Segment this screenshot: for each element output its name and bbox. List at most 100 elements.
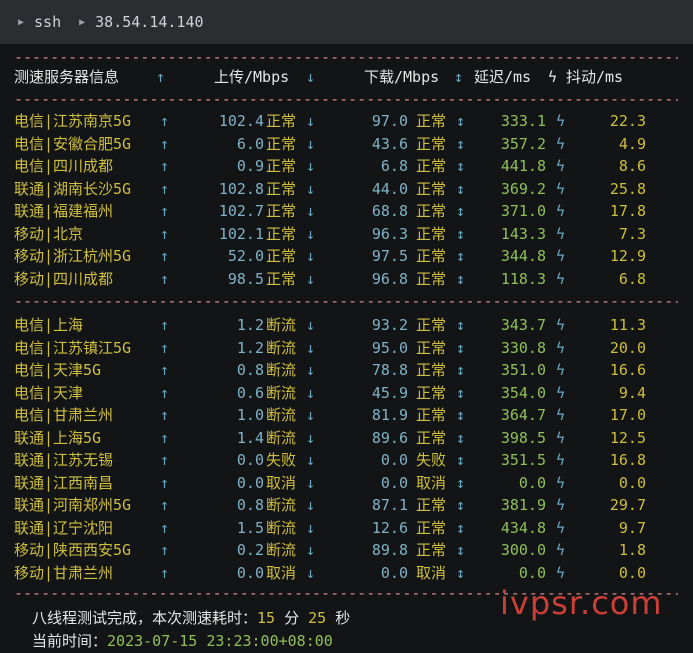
download-status: 取消 [416,473,447,492]
lightning-icon: ϟ [556,179,566,198]
jitter-value: 29.7 [609,496,646,514]
arrow-updown-icon: ↕ [456,157,466,175]
lightning-icon: ϟ [556,496,566,514]
upload-status: 正常 [266,134,297,153]
download-status: 正常 [416,179,447,198]
server-name: 电信|江苏镇江5G [14,338,132,357]
upload-value: 102.4 [218,112,264,130]
table-row: 电信|江苏镇江5G ↑ 1.2 断流 ↓ 95.0 正常 ↕ 330.8 ϟ 20.0 [14,337,678,359]
table-row: 电信|天津5G ↑ 0.8 断流 ↓ 78.8 正常 ↕ 351.0 ϟ 16.6 [14,359,678,381]
arrow-up-icon: ↑ [160,179,170,198]
arrow-down-icon: ↓ [306,224,316,243]
server-name: 移动|浙江杭州5G [14,247,132,265]
upload-value: 98.5 [227,269,264,288]
table-row: 联通|江西南昌 ↑ 0.0 取消 ↓ 0.0 取消 ↕ 0.0 ϟ 0.0 [14,472,678,494]
server-name: 电信|安徽合肥5G [14,134,132,153]
arrow-down-icon: ↓ [306,473,316,492]
upload-status: 断流 [266,428,297,447]
server-name: 联通|上海5G [14,428,102,447]
latency-value: 143.3 [500,224,546,243]
download-status: 正常 [416,157,447,175]
server-name: 联通|辽宁沈阳 [14,518,114,537]
download-value: 93.2 [371,316,408,334]
arrow-down-icon: ↓ [306,563,316,582]
download-value: 81.9 [371,406,408,424]
arrow-updown-icon: ↕ [456,518,466,537]
terminal-output[interactable]: ----------------------------------------… [0,44,693,653]
upload-value: 1.2 [236,338,264,357]
upload-status: 断流 [266,383,297,402]
arrow-up-icon: ↑ [160,338,170,357]
lightning-icon: ϟ [556,428,566,447]
breadcrumb-item-ssh[interactable]: ssh [34,13,61,31]
upload-status: 取消 [266,563,297,582]
jitter-value: 25.8 [609,179,646,198]
jitter-value: 9.7 [618,518,646,537]
table-row: 联通|辽宁沈阳 ↑ 1.5 断流 ↓ 12.6 正常 ↕ 434.8 ϟ 9.7 [14,517,678,539]
server-name: 电信|上海 [14,316,84,334]
download-value: 44.0 [371,179,408,198]
download-value: 0.0 [380,563,408,582]
table-row: 电信|江苏南京5G ↑ 102.4 正常 ↓ 97.0 正常 ↕ 333.1 ϟ 22.3 [14,110,678,132]
separator-line: ----------------------------------------… [14,48,678,66]
download-status: 正常 [416,496,447,514]
latency-value: 369.2 [500,179,546,198]
jitter-value: 16.8 [609,451,646,469]
table-row: 移动|陕西西安5G ↑ 0.2 断流 ↓ 89.8 正常 ↕ 300.0 ϟ 1.8 [14,539,678,561]
latency-value: 343.7 [500,316,546,334]
download-status: 正常 [416,518,447,537]
minutes-value: 15 [257,609,276,627]
latency-value: 354.0 [500,383,546,402]
jitter-value: 11.3 [609,316,646,334]
arrow-updown-icon: ↕ [456,247,466,265]
download-status: 取消 [416,563,447,582]
arrow-updown-icon: ↕ [454,68,464,86]
current-time: 2023-07-15 23:23:00+08:00 [107,632,333,650]
upload-status: 断流 [266,316,297,334]
jitter-value: 0.0 [618,473,646,492]
table-row: 移动|北京 ↑ 102.1 正常 ↓ 96.3 正常 ↕ 143.3 ϟ 7.3 [14,223,678,245]
arrow-down-icon: ↓ [306,518,316,537]
server-name: 移动|甘肃兰州 [14,563,114,582]
arrow-up-icon: ↑ [156,68,166,86]
arrow-down-icon: ↓ [306,157,316,175]
upload-status: 正常 [266,179,297,198]
arrow-up-icon: ↑ [160,134,170,153]
separator-line: ----------------------------------------… [14,90,678,108]
download-value: 78.8 [371,361,408,379]
table-row: 联通|江苏无锡 ↑ 0.0 失败 ↓ 0.0 失败 ↕ 351.5 ϟ 16.8 [14,449,678,471]
breadcrumb-item-host[interactable]: 38.54.14.140 [95,13,203,31]
upload-value: 6.0 [236,134,264,153]
header-server: 测速服务器信息 [14,68,120,86]
upload-value: 52.0 [227,247,264,265]
upload-status: 正常 [266,224,297,243]
arrow-up-icon: ↑ [160,406,170,424]
arrow-up-icon: ↑ [160,112,170,130]
header-jitter: 抖动/ms [566,68,624,86]
lightning-icon: ϟ [556,316,566,334]
lightning-icon: ϟ [556,269,566,288]
arrow-updown-icon: ↕ [456,406,466,424]
download-value: 96.8 [371,269,408,288]
lightning-icon: ϟ [556,112,566,130]
upload-status: 失败 [266,451,297,469]
arrow-updown-icon: ↕ [456,338,466,357]
download-status: 正常 [416,383,447,402]
arrow-up-icon: ↑ [160,541,170,559]
table-row: 联通|河南郑州5G ↑ 0.8 断流 ↓ 87.1 正常 ↕ 381.9 ϟ 29.7 [14,494,678,516]
download-value: 12.6 [371,518,408,537]
time-label: 当前时间： [32,632,108,650]
jitter-value: 17.0 [609,406,646,424]
latency-value: 0.0 [518,563,546,582]
download-value: 89.8 [371,541,408,559]
download-status: 正常 [416,134,447,153]
upload-status: 断流 [266,496,297,514]
upload-value: 102.1 [218,224,264,243]
upload-status: 正常 [266,112,297,130]
arrow-up-icon: ↑ [160,383,170,402]
jitter-value: 4.9 [618,134,646,153]
jitter-value: 20.0 [609,338,646,357]
upload-value: 0.8 [236,496,264,514]
arrow-up-icon: ↑ [160,473,170,492]
download-status: 正常 [416,112,447,130]
